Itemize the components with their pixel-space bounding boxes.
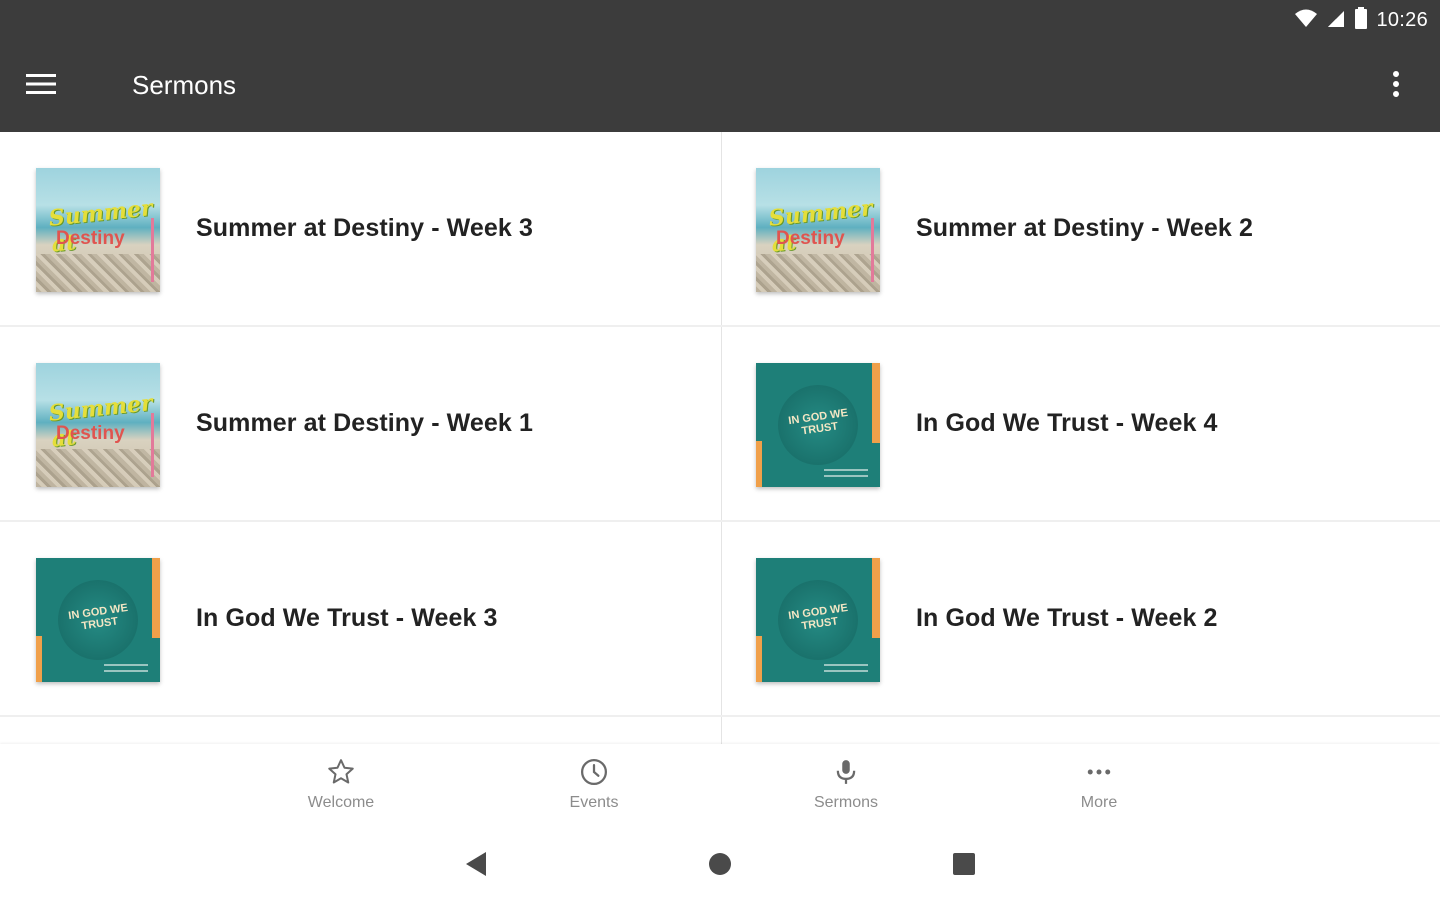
clock-icon [578, 756, 610, 788]
status-time: 10:26 [1376, 8, 1428, 31]
sermon-title: In God We Trust - Week 2 [916, 604, 1218, 632]
nav-item-sermons[interactable]: Sermons [786, 756, 906, 822]
sermon-artwork: Summer at Destiny [36, 168, 160, 292]
sermon-artwork: IN GOD WE TRUST [756, 558, 880, 682]
status-bar: 10:26 [0, 0, 1440, 40]
bottom-navigation: Welcome Events Sermons More [0, 744, 1440, 828]
more-vertical-icon [1392, 70, 1400, 103]
nav-label: More [1080, 794, 1118, 811]
battery-icon [1354, 6, 1368, 34]
sermon-title: Summer at Destiny - Week 1 [196, 409, 533, 437]
status-icons: 10:26 [1294, 6, 1428, 34]
sermon-card[interactable]: IN GOD WE TRUST In God We Trust - Week 4 [720, 327, 1440, 522]
home-button[interactable] [700, 848, 740, 884]
hamburger-menu-icon [26, 73, 56, 100]
nav-item-welcome[interactable]: Welcome [281, 756, 401, 822]
menu-button[interactable] [26, 62, 82, 110]
back-icon [464, 851, 488, 882]
sermon-artwork: IN GOD WE TRUST [36, 558, 160, 682]
system-navigation-bar [0, 828, 1440, 900]
microphone-icon [830, 756, 862, 788]
page-title: Sermons [132, 70, 237, 100]
sermon-title: Summer at Destiny - Week 3 [196, 214, 533, 242]
wifi-icon [1294, 8, 1318, 33]
home-icon [707, 851, 733, 882]
sermon-artwork: Summer at Destiny [36, 363, 160, 487]
overflow-menu-button[interactable] [1378, 62, 1414, 110]
nav-label: Sermons [813, 794, 879, 811]
sermon-artwork: Summer at Destiny [756, 168, 880, 292]
back-button[interactable] [456, 848, 496, 884]
nav-label: Welcome [307, 794, 375, 811]
sermon-card[interactable]: IN GOD WE TRUST In God We Trust - Week 2 [720, 522, 1440, 717]
app-bar: Sermons [0, 40, 1440, 132]
recents-icon [952, 852, 976, 881]
artwork-text: Destiny [56, 228, 125, 249]
sermon-title: In God We Trust - Week 3 [196, 604, 498, 632]
sermon-grid: Summer at Destiny Summer at Destiny - We… [0, 132, 1440, 744]
nav-item-more[interactable]: More [1039, 756, 1159, 822]
sermon-card[interactable]: IN GOD WE TRUST In God We Trust - Week 3 [0, 522, 720, 717]
star-icon [325, 756, 357, 788]
sermon-artwork: IN GOD WE TRUST [756, 363, 880, 487]
artwork-text: Destiny [776, 228, 845, 249]
sermon-title: Summer at Destiny - Week 2 [916, 214, 1253, 242]
more-horizontal-icon [1083, 756, 1115, 788]
sermon-card[interactable]: Summer at Destiny Summer at Destiny - We… [0, 132, 720, 327]
sermon-card[interactable]: Summer at Destiny Summer at Destiny - We… [0, 327, 720, 522]
sermon-title: In God We Trust - Week 4 [916, 409, 1218, 437]
nav-label: Events [569, 794, 619, 811]
recents-button[interactable] [944, 848, 984, 884]
nav-item-events[interactable]: Events [534, 756, 654, 822]
artwork-text: Destiny [56, 423, 125, 444]
cell-signal-icon [1326, 8, 1346, 33]
sermon-card[interactable]: Summer at Destiny Summer at Destiny - We… [720, 132, 1440, 327]
